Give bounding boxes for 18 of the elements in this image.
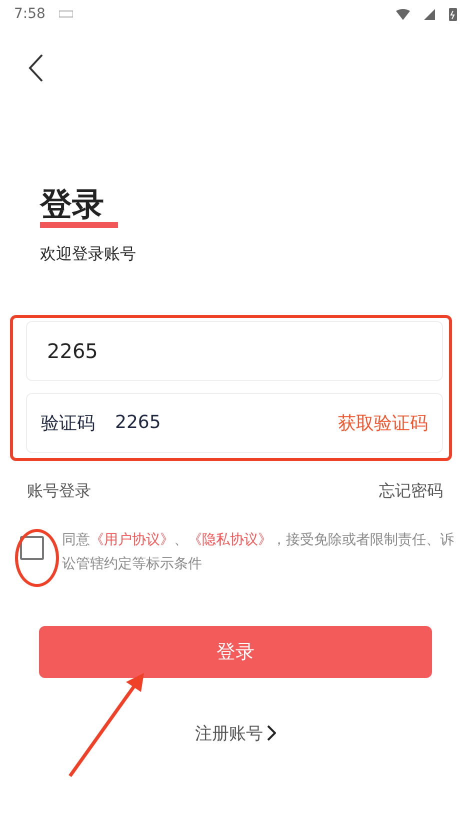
code-field[interactable]: 验证码 2265 获取验证码 (26, 392, 443, 453)
wifi-icon (396, 8, 410, 20)
subtitle: 欢迎登录账号 (40, 244, 137, 265)
agree-checkbox[interactable] (20, 536, 44, 560)
status-time: 7:58 (14, 6, 46, 22)
keyboard-icon (59, 10, 74, 18)
agreement-text: 同意《用户协议》、《隐私协议》，接受免除或者限制责任、诉讼管辖约定等标示条件 (62, 530, 455, 574)
chevron-icon (267, 725, 276, 742)
page-title: 登录 (40, 184, 118, 226)
signal-icon (424, 8, 435, 20)
forgot-password-link[interactable]: 忘记密码 (379, 480, 443, 502)
account-login-link[interactable]: 账号登录 (27, 480, 91, 502)
back-icon[interactable] (28, 54, 44, 82)
annotation-circle (15, 529, 59, 587)
code-label: 验证码 (41, 412, 95, 435)
phone-field[interactable]: 2265 (26, 320, 443, 381)
register-link[interactable]: 注册账号 (195, 722, 276, 745)
battery-icon (449, 7, 457, 21)
